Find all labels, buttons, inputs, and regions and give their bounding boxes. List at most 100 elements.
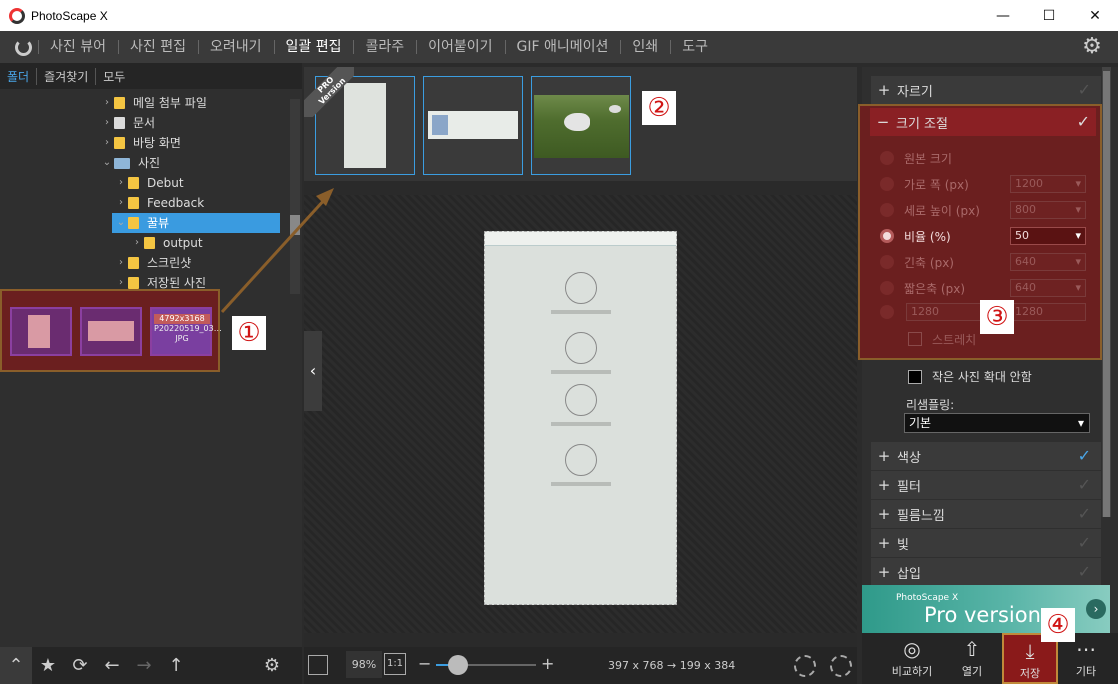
radio-icon[interactable]: [880, 281, 894, 295]
tree-expand-icon[interactable]: ›: [100, 133, 114, 153]
resize-option[interactable]: 가로 폭 (px) 1200: [880, 174, 1086, 194]
menu-tab[interactable]: GIF 애니메이션: [504, 31, 621, 63]
tree-expand-icon[interactable]: ›: [114, 193, 128, 213]
resize-value-dropdown[interactable]: 1200: [1010, 175, 1086, 193]
tree-expand-icon[interactable]: ⌄: [100, 153, 114, 173]
resize-value-dropdown[interactable]: 50: [1010, 227, 1086, 245]
menu-tab[interactable]: 콜라주: [353, 31, 416, 63]
resize-option[interactable]: 비율 (%) 50: [880, 226, 1086, 246]
home-button[interactable]: [8, 32, 38, 62]
resize-value-dropdown[interactable]: 640: [1010, 279, 1086, 297]
check-icon[interactable]: ✓: [1078, 446, 1091, 465]
settings-gear-icon[interactable]: ⚙: [1080, 35, 1104, 59]
minimize-button[interactable]: —: [980, 0, 1026, 31]
menu-tab[interactable]: 오려내기: [197, 31, 274, 63]
menu-tab[interactable]: 일괄 편집: [273, 31, 354, 63]
tree-expand-icon[interactable]: ›: [100, 113, 114, 133]
close-button[interactable]: ✕: [1072, 0, 1118, 31]
resize-option[interactable]: 원본 크기: [880, 148, 952, 168]
rotate-left-icon[interactable]: [794, 655, 816, 677]
no-upscale-checkbox[interactable]: [908, 369, 922, 384]
custom-height-field[interactable]: 1280: [1010, 303, 1086, 321]
radio-icon[interactable]: [880, 151, 894, 165]
tree-node[interactable]: › 문서: [100, 113, 155, 133]
radio-icon[interactable]: [880, 255, 894, 269]
radio-icon[interactable]: [880, 229, 894, 243]
section-resize-header[interactable]: − 크기 조절 ✓: [870, 108, 1096, 136]
compare-button[interactable]: ◎ 비교하기: [884, 633, 940, 684]
no-upscale-option[interactable]: 작은 사진 확대 안함: [908, 368, 1032, 385]
arrow-left-icon[interactable]: ←: [96, 647, 128, 684]
tree-node[interactable]: › output: [130, 233, 203, 253]
tree-node[interactable]: › 메일 첨부 파일: [100, 93, 207, 113]
thumbnail-1[interactable]: [10, 307, 72, 356]
effect-section[interactable]: + 삽입 ✓: [871, 558, 1101, 586]
tree-node[interactable]: › 스크린샷: [114, 253, 191, 273]
radio-icon[interactable]: [880, 305, 894, 319]
tree-node[interactable]: ⌄ 사진: [100, 153, 160, 173]
custom-width-field[interactable]: 1280: [906, 303, 982, 321]
menu-tab[interactable]: 도구: [670, 31, 720, 63]
tree-expand-icon[interactable]: ›: [130, 233, 144, 253]
check-icon[interactable]: ✓: [1078, 80, 1091, 99]
arrow-up-icon[interactable]: ↑: [160, 647, 192, 684]
resize-option[interactable]: 세로 높이 (px) 800: [880, 200, 1086, 220]
subtab-folder[interactable]: 폴더: [0, 67, 38, 85]
effect-section[interactable]: + 색상 ✓: [871, 442, 1101, 470]
star-icon[interactable]: ★: [32, 647, 64, 684]
menu-tab[interactable]: 사진 편집: [117, 31, 198, 63]
radio-icon[interactable]: [880, 177, 894, 191]
batch-thumb-3[interactable]: [531, 76, 631, 175]
zoom-value[interactable]: 98%: [346, 651, 382, 678]
check-icon[interactable]: ✓: [1078, 475, 1091, 494]
maximize-button[interactable]: ☐: [1026, 0, 1072, 31]
check-icon[interactable]: ✓: [1078, 562, 1091, 581]
tree-expand-icon[interactable]: ›: [114, 253, 128, 273]
resample-dropdown[interactable]: 기본: [904, 413, 1090, 433]
left-gear-icon[interactable]: ⚙: [256, 647, 288, 684]
effect-section[interactable]: + 빛 ✓: [871, 529, 1101, 557]
subtab-all[interactable]: 모두: [96, 68, 132, 85]
arrow-right-icon[interactable]: →: [128, 647, 160, 684]
option-custom-size[interactable]: [880, 302, 904, 322]
check-icon[interactable]: ✓: [1078, 533, 1091, 552]
right-scrollbar[interactable]: [1102, 67, 1111, 517]
tree-node[interactable]: › 바탕 화면: [100, 133, 181, 153]
tree-expand-icon[interactable]: ⌄: [114, 213, 128, 233]
tree-node[interactable]: › Debut: [114, 173, 184, 193]
tree-node[interactable]: › Feedback: [114, 193, 204, 213]
tree-expand-icon[interactable]: ›: [114, 173, 128, 193]
thumbnail-3[interactable]: 4792x3168 P20220519_03…JPG: [150, 307, 222, 356]
fit-view-icon[interactable]: [308, 655, 328, 675]
resize-value-dropdown[interactable]: 800: [1010, 201, 1086, 219]
radio-icon[interactable]: [880, 203, 894, 217]
check-icon[interactable]: ✓: [1077, 112, 1090, 131]
collapse-panel-button[interactable]: ‹: [304, 331, 322, 411]
open-button[interactable]: ⇧ 열기: [944, 633, 1000, 684]
resize-value-dropdown[interactable]: 640: [1010, 253, 1086, 271]
batch-thumb-2[interactable]: [423, 76, 523, 175]
stretch-checkbox[interactable]: [908, 332, 922, 346]
resize-option[interactable]: 짧은축 (px) 640: [880, 278, 1086, 298]
rotate-right-icon[interactable]: [830, 655, 852, 677]
resize-option[interactable]: 긴축 (px) 640: [880, 252, 1086, 272]
effect-section[interactable]: + 필름느낌 ✓: [871, 500, 1101, 528]
tree-expand-icon[interactable]: ›: [100, 93, 114, 113]
sync-icon[interactable]: ⟳: [64, 647, 96, 684]
tree-scrollbar[interactable]: [290, 99, 300, 294]
menu-tab[interactable]: 사진 뷰어: [38, 31, 118, 63]
tree-scrollbar-thumb[interactable]: [290, 215, 300, 235]
section-crop[interactable]: + 자르기 ✓: [871, 76, 1101, 104]
menu-tab[interactable]: 인쇄: [620, 31, 670, 63]
actual-size-button[interactable]: 1:1: [384, 653, 406, 675]
thumbnail-2[interactable]: [80, 307, 142, 356]
menu-tab[interactable]: 이어붙이기: [416, 31, 504, 63]
banner-arrow-icon[interactable]: ›: [1086, 599, 1106, 619]
effect-section[interactable]: + 필터 ✓: [871, 471, 1101, 499]
subtab-favorites[interactable]: 즐겨찾기: [37, 67, 97, 85]
right-scrollbar-thumb[interactable]: [1103, 71, 1110, 517]
chevron-up-icon[interactable]: ⌃: [0, 647, 32, 684]
zoom-in-button[interactable]: +: [541, 653, 554, 675]
zoom-slider-thumb[interactable]: [448, 655, 468, 675]
zoom-out-button[interactable]: −: [418, 653, 431, 675]
